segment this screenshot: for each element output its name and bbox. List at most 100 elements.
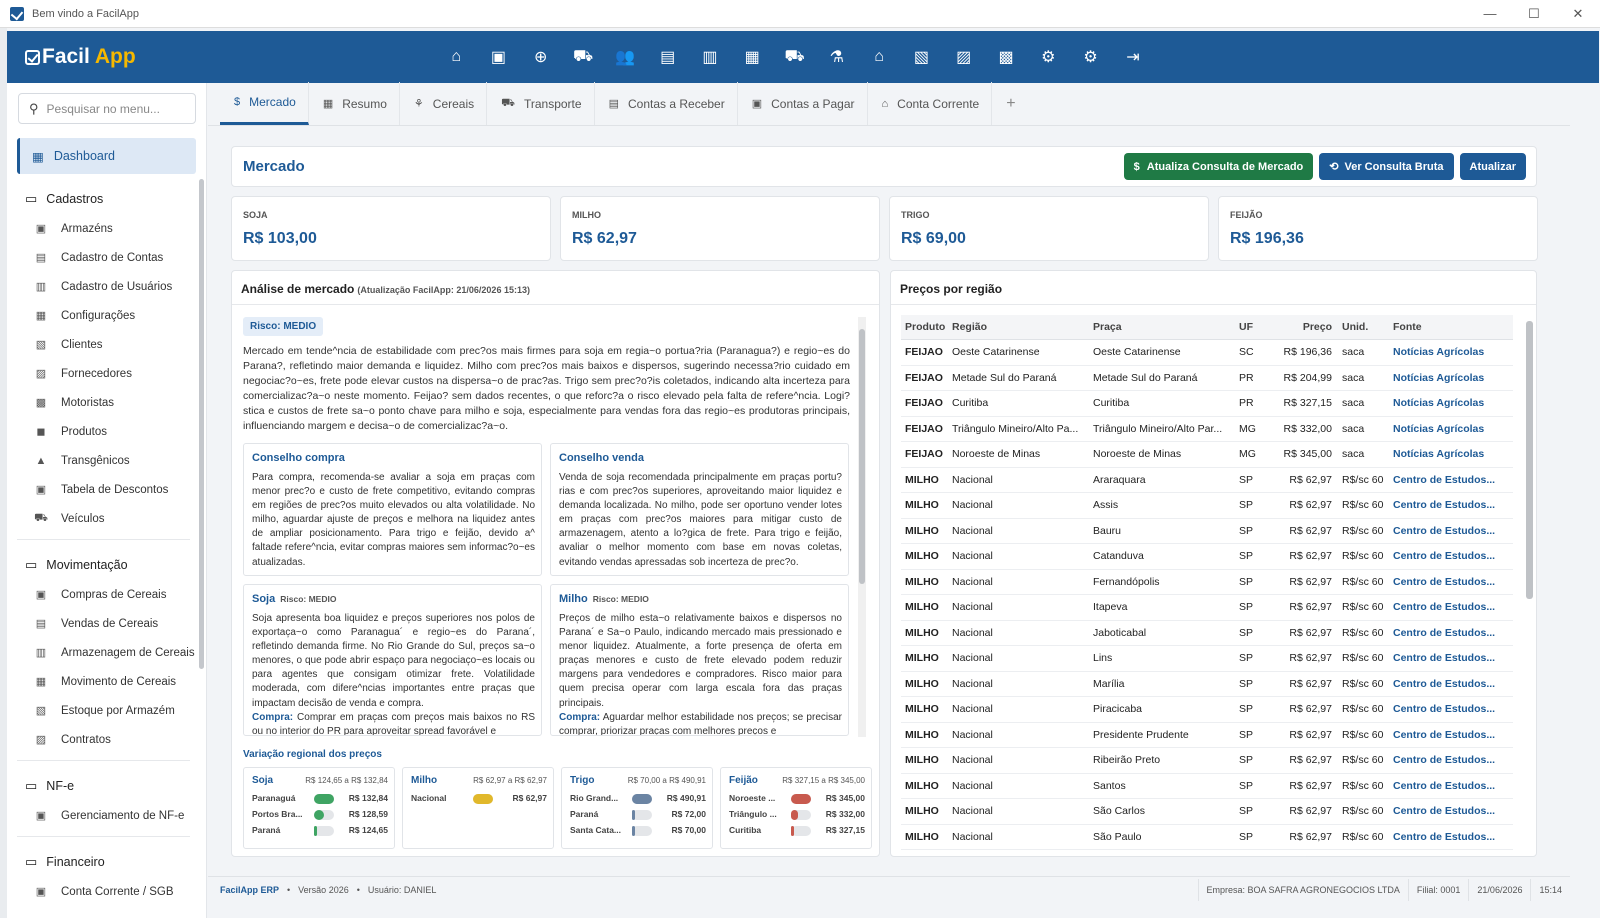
sidebar-item[interactable]: ▣ Compras de Cereais	[34, 580, 206, 609]
logout-icon[interactable]: ⇥	[1112, 31, 1154, 83]
close-button[interactable]: ✕	[1556, 6, 1600, 22]
tab-conta-corrente[interactable]: ⌂ Conta Corrente	[868, 82, 993, 125]
table-row[interactable]: FEIJAO Curitiba Curitiba PR R$ 327,15 saca Not…	[901, 391, 1513, 417]
source-link[interactable]: Centro de Estudos...	[1385, 678, 1513, 690]
sidebar-item[interactable]: ▥ Armazenagem de Cereais	[34, 638, 206, 667]
column-header[interactable]: Praça	[1093, 321, 1239, 333]
sidebar-item[interactable]: ▣ Armazéns	[34, 214, 206, 243]
column-header[interactable]: Produto	[901, 321, 952, 333]
id-badge-icon[interactable]: ▦	[731, 31, 773, 83]
source-link[interactable]: Centro de Estudos...	[1385, 550, 1513, 562]
sidebar-section-3[interactable]: ▭ Financeiro	[25, 853, 206, 871]
flask-icon[interactable]: ⚗	[816, 31, 858, 83]
table-row[interactable]: MILHO Nacional Santos SP R$ 62,97 R$/sc 60 ..…	[901, 774, 1513, 799]
source-link[interactable]: Centro de Estudos...	[1385, 474, 1513, 486]
tab-contas-a-pagar[interactable]: ▣ Contas a Pagar	[738, 82, 868, 125]
table-row[interactable]: FEIJAO Metade Sul do Paraná Metade Sul do …	[901, 366, 1513, 391]
table-scrollbar[interactable]	[1524, 311, 1534, 856]
source-link[interactable]: Centro de Estudos...	[1385, 831, 1513, 843]
sidebar-item[interactable]: ▤ Cadastro de Contas	[34, 243, 206, 272]
tab-transporte[interactable]: ⛟ Transporte	[487, 82, 595, 125]
table-row[interactable]: MILHO Nacional Piracicaba SP R$ 62,97 R$/sc 6…	[901, 697, 1513, 723]
source-link[interactable]: Notícias Agrícolas	[1385, 397, 1513, 409]
sidebar-item-dashboard[interactable]: ▦ Dashboard	[17, 138, 196, 174]
tab-mercado[interactable]: $ Mercado	[220, 82, 309, 125]
sidebar-item[interactable]: ⛟ Veículos	[34, 504, 206, 533]
table-row[interactable]: MILHO Nacional Ribeirão Preto SP R$ 62,97 R$/…	[901, 748, 1513, 774]
sidebar-item[interactable]: ▧ Estoque por Armazém	[34, 696, 206, 725]
sidebar-item[interactable]: ▣ Conta Corrente / SGB	[34, 877, 206, 906]
tab-cereais[interactable]: ⚘ Cereais	[400, 82, 488, 125]
source-link[interactable]: Centro de Estudos...	[1385, 754, 1513, 766]
source-link[interactable]: Centro de Estudos...	[1385, 780, 1513, 792]
home-icon[interactable]: ⌂	[435, 31, 477, 83]
column-header[interactable]: Preço	[1274, 321, 1332, 333]
table-row[interactable]: MILHO Nacional Lins SP R$ 62,97 R$/sc 60 ...C…	[901, 646, 1513, 672]
column-header[interactable]: Região	[952, 321, 1093, 333]
invoice-dollar-icon[interactable]: ▩	[985, 31, 1027, 83]
source-link[interactable]: Centro de Estudos...	[1385, 576, 1513, 588]
source-link[interactable]: Notícias Agrícolas	[1385, 423, 1513, 435]
add-tab-button[interactable]: +	[992, 82, 1029, 125]
table-row[interactable]: MILHO Nacional Itapeva SP R$ 62,97 R$/sc 60 .…	[901, 595, 1513, 621]
table-row[interactable]: FEIJAO Triângulo Mineiro/Alto Pa... Triâng…	[901, 417, 1513, 442]
sidebar-section-2[interactable]: ▭ NF-e	[25, 777, 206, 795]
table-row[interactable]: MILHO Nacional Jaboticabal SP R$ 62,97 R$/sc …	[901, 621, 1513, 646]
table-row[interactable]: MILHO Nacional Bauru SP R$ 62,97 R$/sc 60 ...…	[901, 519, 1513, 544]
sidebar-item[interactable]: ▲ Transgênicos	[34, 446, 206, 475]
column-header[interactable]: Fonte	[1385, 321, 1513, 333]
wallet-icon[interactable]: ▣	[477, 31, 519, 83]
truck-icon[interactable]: ⛟	[773, 31, 815, 83]
cash-register-icon[interactable]: ▨	[943, 31, 985, 83]
bank-icon[interactable]: ⌂	[858, 31, 900, 83]
raw-query-button[interactable]: ⟲ Ver Consulta Bruta	[1319, 153, 1454, 180]
tab-contas-a-receber[interactable]: ▤ Contas a Receber	[595, 82, 738, 125]
sidebar-item[interactable]: ▦ Movimento de Cereais	[34, 667, 206, 696]
sidebar-section-0[interactable]: ▭ Cadastros	[25, 190, 206, 208]
sidebar-item[interactable]: ▨ Fornecedores	[34, 359, 206, 388]
source-link[interactable]: Centro de Estudos...	[1385, 729, 1513, 741]
sidebar-item[interactable]: ▤ Vendas de Cereais	[34, 609, 206, 638]
minimize-button[interactable]: —	[1468, 6, 1512, 22]
column-header[interactable]: UF	[1239, 321, 1274, 333]
tab-resumo[interactable]: ▦ Resumo	[309, 82, 400, 125]
source-link[interactable]: Centro de Estudos...	[1385, 703, 1513, 715]
table-row[interactable]: FEIJAO Noroeste de Minas Noroeste de Minas…	[901, 442, 1513, 468]
cart-plus-icon[interactable]: ⊕	[520, 31, 562, 83]
scrollbar-thumb[interactable]	[859, 329, 865, 584]
table-row[interactable]: MILHO Nacional Catanduva SP R$ 62,97 R$/sc 60…	[901, 544, 1513, 570]
table-row[interactable]: MILHO Nacional Presidente Prudente SP R$ 62,…	[901, 723, 1513, 748]
source-link[interactable]: Centro de Estudos...	[1385, 601, 1513, 613]
table-row[interactable]: MILHO Nacional São Carlos SP R$ 62,97 R$/sc 6…	[901, 799, 1513, 825]
sidebar-scrollbar[interactable]	[199, 179, 204, 669]
source-link[interactable]: Centro de Estudos...	[1385, 525, 1513, 537]
search-input[interactable]: ⚲ Pesquisar no menu...	[18, 93, 196, 124]
table-row[interactable]: MILHO Nacional Marília SP R$ 62,97 R$/sc 60 .…	[901, 672, 1513, 697]
sidebar-item[interactable]: ▧ Clientes	[34, 330, 206, 359]
refresh-button[interactable]: Atualizar	[1459, 153, 1526, 180]
sidebar-item[interactable]: ▣ Gerenciamento de NF-e	[34, 801, 206, 830]
cart-icon[interactable]: ⛟	[562, 31, 604, 83]
table-row[interactable]: MILHO Nacional Araraquara SP R$ 62,97 R$/sc 6…	[901, 468, 1513, 493]
update-market-button[interactable]: $ Atualiza Consulta de Mercado	[1123, 153, 1314, 180]
source-link[interactable]: Centro de Estudos...	[1385, 627, 1513, 639]
source-link[interactable]: Notícias Agrícolas	[1385, 372, 1513, 384]
sidebar-item[interactable]: ◼ Produtos	[34, 417, 206, 446]
receipt-icon[interactable]: ▤	[646, 31, 688, 83]
sidebar-item[interactable]: ▥ Cadastro de Usuários	[34, 272, 206, 301]
source-link[interactable]: Centro de Estudos...	[1385, 499, 1513, 511]
column-header[interactable]: Unid.	[1332, 321, 1385, 333]
users-icon[interactable]: 👥	[604, 31, 646, 83]
sidebar-item[interactable]: ▣ Tabela de Descontos	[34, 475, 206, 504]
source-link[interactable]: Centro de Estudos...	[1385, 652, 1513, 664]
table-row[interactable]: MILHO Nacional São Paulo SP R$ 62,97 R$/sc 60…	[901, 825, 1513, 850]
sidebar-section-1[interactable]: ▭ Movimentação	[25, 556, 206, 574]
sidebar-item[interactable]: ▦ Configurações	[34, 301, 206, 330]
scrollbar-thumb[interactable]	[1526, 321, 1533, 599]
maximize-button[interactable]: ☐	[1512, 6, 1556, 22]
table-row[interactable]: MILHO Nacional Fernandópolis SP R$ 62,97 R$/s…	[901, 570, 1513, 595]
source-link[interactable]: Centro de Estudos...	[1385, 805, 1513, 817]
table-row[interactable]: MILHO Nacional Assis SP R$ 62,97 R$/sc 60 ...…	[901, 493, 1513, 519]
sidebar-item[interactable]: ▩ Motoristas	[34, 388, 206, 417]
clipboard-icon[interactable]: ▥	[689, 31, 731, 83]
